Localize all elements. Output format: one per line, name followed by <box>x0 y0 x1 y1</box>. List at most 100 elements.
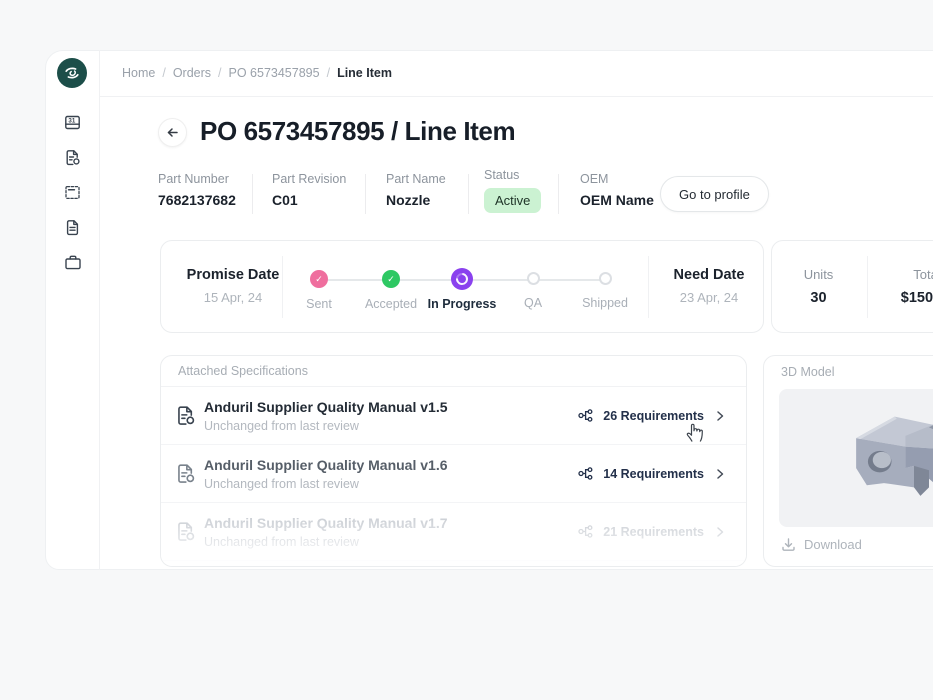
swirl-logo-icon <box>65 67 79 79</box>
part-number-value: 7682137682 <box>158 192 236 208</box>
total-field: Total $150,00 <box>882 267 933 306</box>
briefcase-icon[interactable] <box>59 254 87 271</box>
chevron-right-icon[interactable] <box>714 468 726 480</box>
timeline-card: Promise Date 15 Apr, 24 ✓ Sent ✓ Accepte… <box>160 240 764 333</box>
spec-row-v1-5[interactable]: Anduril Supplier Quality Manual v1.5 Unc… <box>161 387 746 445</box>
promise-date-value: 15 Apr, 24 <box>203 290 263 305</box>
need-date-label: Need Date <box>673 267 745 283</box>
part-meta-row: Part Number 7682137682 Part Revision C01… <box>0 168 933 216</box>
status-badge: Active <box>484 188 542 213</box>
sidebar: 31 <box>45 50 100 570</box>
page-title: PO 6573457895 / Line Item <box>200 116 516 146</box>
breadcrumb-separator: / <box>162 66 166 80</box>
breadcrumb-orders[interactable]: Orders <box>173 66 211 80</box>
spec-title: Anduril Supplier Quality Manual v1.7 <box>204 514 448 531</box>
company-logo[interactable] <box>57 58 87 88</box>
divider <box>468 174 469 214</box>
requirements-link[interactable]: 14 Requirements <box>578 466 704 481</box>
step-accepted: ✓ Accepted <box>351 270 431 311</box>
step-sent: ✓ Sent <box>279 270 359 311</box>
spec-title: Anduril Supplier Quality Manual v1.6 <box>204 456 448 473</box>
calendar-icon[interactable]: 31 <box>59 114 87 131</box>
check-circle-icon: ✓ <box>382 270 400 288</box>
units-value: 30 <box>810 290 827 306</box>
spec-row-v1-6[interactable]: Anduril Supplier Quality Manual v1.6 Unc… <box>161 445 746 503</box>
spec-texts: Anduril Supplier Quality Manual v1.7 Unc… <box>204 515 578 549</box>
pending-circle-icon <box>598 272 612 285</box>
total-value: $150,00 <box>900 290 933 306</box>
step-label: Accepted <box>364 297 418 311</box>
units-field: Units 30 <box>786 267 851 306</box>
file-report-icon <box>175 405 197 426</box>
model-viewport[interactable] <box>779 389 933 527</box>
promise-date: Promise Date 15 Apr, 24 <box>185 267 281 305</box>
back-button[interactable] <box>158 118 187 147</box>
breadcrumb-separator: / <box>326 66 331 80</box>
step-label: In Progress <box>427 297 497 311</box>
part-revision-value: C01 <box>272 192 298 208</box>
spec-row-v1-7[interactable]: Anduril Supplier Quality Manual v1.7 Unc… <box>161 503 746 561</box>
specs-card-title: Attached Specifications <box>161 356 746 387</box>
download-button[interactable]: Download <box>781 537 862 552</box>
download-icon <box>782 538 795 551</box>
model-card: 3D Model Download <box>763 355 933 567</box>
divider <box>558 174 559 214</box>
summary-card: Units 30 Total $150,00 <box>771 240 933 333</box>
breadcrumb: Home / Orders / PO 6573457895 / Line Ite… <box>100 50 933 97</box>
part-number-label: Part Number <box>158 172 229 186</box>
part-revision-field: Part Revision C01 <box>272 172 346 208</box>
check-circle-icon: ✓ <box>310 270 328 288</box>
oem-label: OEM <box>580 172 609 186</box>
units-label: Units <box>803 267 834 282</box>
spinner-circle-icon <box>451 268 473 290</box>
file-report-icon <box>175 463 197 484</box>
divider <box>365 174 366 214</box>
model-card-title: 3D Model <box>781 364 835 379</box>
step-label: Sent <box>306 297 332 311</box>
chevron-right-icon[interactable] <box>714 410 726 422</box>
download-label: Download <box>804 537 862 552</box>
total-label: Total <box>913 267 933 282</box>
step-shipped: Shipped <box>565 270 645 310</box>
part-3d-render <box>839 397 933 522</box>
breadcrumb-home[interactable]: Home <box>122 66 155 80</box>
dataflow-icon <box>578 525 593 538</box>
step-label: Shipped <box>582 296 628 310</box>
attached-specifications-card: Attached Specifications Anduril Supplier… <box>160 355 747 567</box>
divider <box>252 174 253 214</box>
go-to-profile-button[interactable]: Go to profile <box>660 176 769 212</box>
need-date: Need Date 23 Apr, 24 <box>656 267 762 305</box>
file-report-icon[interactable] <box>59 149 87 166</box>
status-field: Status Active <box>484 168 542 213</box>
document-icon[interactable] <box>59 219 87 236</box>
arrow-left-icon <box>167 128 178 137</box>
requirements-count: 21 Requirements <box>603 524 704 539</box>
divider <box>648 256 649 318</box>
step-qa: QA <box>493 270 573 310</box>
spec-texts: Anduril Supplier Quality Manual v1.6 Unc… <box>204 457 578 491</box>
step-label: QA <box>523 296 543 310</box>
oem-field: OEM OEM Name <box>580 172 654 208</box>
pending-circle-icon <box>526 272 540 285</box>
dataflow-icon <box>578 409 593 422</box>
requirements-count: 14 Requirements <box>603 466 704 481</box>
spec-subtitle: Unchanged from last review <box>204 418 359 433</box>
requirements-count: 26 Requirements <box>603 408 704 423</box>
step-in-progress: In Progress <box>422 268 502 311</box>
part-name-value: Nozzle <box>386 192 431 208</box>
part-revision-label: Part Revision <box>272 172 347 186</box>
requirements-link[interactable]: 26 Requirements <box>578 408 704 423</box>
page: 31 Home / Orders / PO 6573457895 / Line … <box>0 0 933 700</box>
divider <box>867 256 868 318</box>
svg-text:31: 31 <box>68 118 75 125</box>
spec-texts: Anduril Supplier Quality Manual v1.5 Unc… <box>204 399 578 433</box>
breadcrumb-po[interactable]: PO 6573457895 <box>229 66 320 80</box>
part-name-label: Part Name <box>386 172 446 186</box>
status-label: Status <box>484 168 520 182</box>
oem-value: OEM Name <box>580 192 654 208</box>
promise-date-label: Promise Date <box>186 267 280 283</box>
part-number-field: Part Number 7682137682 <box>158 172 236 208</box>
chevron-right-icon[interactable] <box>714 526 726 538</box>
dataflow-icon <box>578 467 593 480</box>
requirements-link[interactable]: 21 Requirements <box>578 524 704 539</box>
